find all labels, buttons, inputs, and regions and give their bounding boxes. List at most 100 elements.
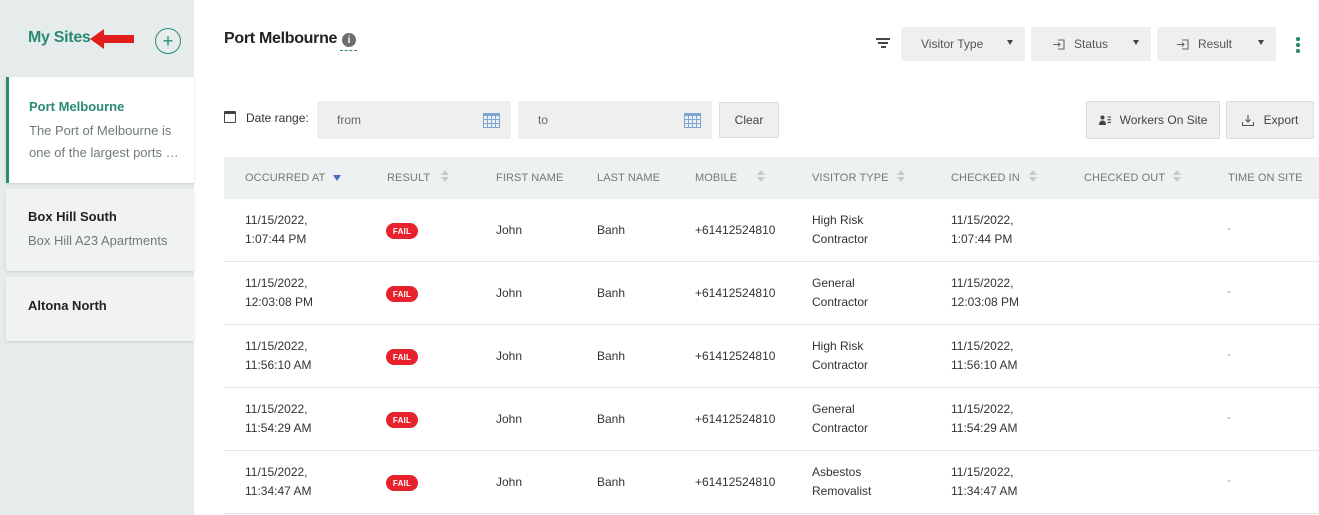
- mobile-cell: +61412524810: [695, 475, 776, 489]
- column-header-occurred-at[interactable]: Occurred At: [245, 172, 325, 184]
- last-name-cell: Banh: [597, 475, 626, 489]
- column-header-first-name[interactable]: First Name: [496, 172, 563, 184]
- site-card-port-melbourne[interactable]: Port Melbourne The Port of Melbourne is …: [6, 77, 194, 183]
- chevron-down-icon: [1007, 40, 1013, 45]
- column-header-checked-out[interactable]: Checked Out: [1084, 172, 1165, 184]
- sort-icon[interactable]: [897, 170, 905, 184]
- checked-in-time: 11:54:29 AM: [951, 421, 1018, 435]
- calendar-picker-icon[interactable]: [483, 113, 500, 128]
- occurred-time: 11:56:10 AM: [245, 358, 312, 372]
- occurred-date: 11/15/2022,: [245, 465, 308, 479]
- last-name-cell: Banh: [597, 349, 626, 363]
- info-icon[interactable]: i: [342, 33, 356, 47]
- date-from-input[interactable]: from: [317, 101, 511, 139]
- calendar-picker-icon[interactable]: [684, 113, 701, 128]
- table-row[interactable]: 11/15/2022, 11:34:47 AM FAIL John Banh +61412…: [224, 451, 1319, 514]
- visitor-type-line: Asbestos: [812, 465, 862, 479]
- status-label: Status: [1074, 37, 1109, 51]
- sign-in-icon: [1053, 38, 1065, 50]
- table-header: Occurred At Result First Name Last Name …: [224, 157, 1319, 199]
- checked-in-date: 11/15/2022,: [951, 465, 1014, 479]
- calendar-icon: [224, 111, 236, 123]
- checked-in-time: 1:07:44 PM: [951, 232, 1013, 246]
- status-dropdown[interactable]: Status: [1031, 27, 1151, 61]
- visitor-type-line: General: [812, 276, 855, 290]
- visitor-type-cell: High Risk Contractor: [812, 211, 868, 249]
- column-header-result[interactable]: Result: [387, 172, 430, 184]
- result-fail-badge: FAIL: [386, 223, 418, 239]
- occurred-date: 11/15/2022,: [245, 213, 308, 227]
- time-on-site-cell: -: [1227, 347, 1231, 361]
- first-name-cell: John: [496, 349, 523, 363]
- sign-in-icon: [1177, 38, 1189, 50]
- checked-in-date: 11/15/2022,: [951, 339, 1014, 353]
- occurred-date: 11/15/2022,: [245, 339, 308, 353]
- result-fail-badge: FAIL: [386, 286, 418, 302]
- export-button[interactable]: Export: [1226, 101, 1314, 139]
- occurred-time: 11:34:47 AM: [245, 484, 312, 498]
- sidebar-title: My Sites: [28, 29, 91, 46]
- column-header-mobile[interactable]: Mobile: [695, 172, 737, 184]
- result-fail-badge: FAIL: [386, 475, 418, 491]
- clear-button[interactable]: Clear: [719, 102, 779, 138]
- result-dropdown[interactable]: Result: [1157, 27, 1276, 61]
- occurred-time: 11:54:29 AM: [245, 421, 312, 435]
- time-on-site-cell: -: [1227, 221, 1231, 235]
- visitor-type-cell: Asbestos Removalist: [812, 463, 871, 501]
- workers-on-site-label: Workers On Site: [1119, 113, 1208, 127]
- site-description-line: one of the largest ports …: [29, 145, 179, 160]
- table-row[interactable]: 11/15/2022, 11:56:10 AM FAIL John Banh +61412…: [224, 325, 1319, 388]
- visitor-type-line: Contractor: [812, 232, 869, 246]
- occurred-date: 11/15/2022,: [245, 402, 308, 416]
- workers-on-site-button[interactable]: Workers On Site: [1086, 101, 1220, 139]
- sort-icon[interactable]: [757, 170, 765, 184]
- visitor-type-line: General: [812, 402, 855, 416]
- site-name: Altona North: [28, 298, 107, 313]
- table-row[interactable]: 11/15/2022, 12:03:08 PM FAIL John Banh +61412…: [224, 262, 1319, 325]
- site-card-box-hill-south[interactable]: Box Hill South Box Hill A23 Apartments: [6, 189, 194, 271]
- mobile-cell: +61412524810: [695, 223, 776, 237]
- result-label: Result: [1198, 37, 1233, 51]
- date-to-input[interactable]: to: [518, 101, 712, 139]
- sort-icon[interactable]: [441, 170, 449, 184]
- site-card-altona-north[interactable]: Altona North: [6, 277, 194, 341]
- add-circle-icon: +: [162, 31, 174, 51]
- sort-descending-icon[interactable]: [333, 175, 341, 181]
- column-header-last-name[interactable]: Last Name: [597, 172, 660, 184]
- checked-in-cell: 11/15/2022, 12:03:08 PM: [951, 274, 1019, 312]
- site-description: The Port of Melbourne is one of the larg…: [29, 120, 194, 164]
- red-arrow-annotation-icon: [90, 29, 134, 49]
- visitor-type-line: High Risk: [812, 339, 864, 353]
- column-header-checked-in[interactable]: Checked In: [951, 172, 1020, 184]
- time-on-site-cell: -: [1227, 473, 1231, 487]
- visitor-type-dropdown[interactable]: Visitor Type: [901, 27, 1025, 61]
- add-site-button[interactable]: +: [155, 28, 181, 54]
- result-fail-badge: FAIL: [386, 349, 418, 365]
- checked-in-time: 11:34:47 AM: [951, 484, 1018, 498]
- filter-icon[interactable]: [876, 38, 890, 50]
- sidebar-header: My Sites +: [0, 0, 194, 78]
- column-header-visitor-type[interactable]: Visitor Type: [812, 172, 889, 184]
- sort-icon[interactable]: [1029, 170, 1037, 184]
- last-name-cell: Banh: [597, 286, 626, 300]
- sort-icon[interactable]: [1173, 170, 1181, 184]
- first-name-cell: John: [496, 412, 523, 426]
- first-name-cell: John: [496, 475, 523, 489]
- chevron-down-icon: [1258, 40, 1264, 45]
- checked-in-date: 11/15/2022,: [951, 213, 1014, 227]
- visitor-type-line: Contractor: [812, 295, 869, 309]
- checked-in-cell: 11/15/2022, 1:07:44 PM: [951, 211, 1014, 249]
- occurred-at-cell: 11/15/2022, 12:03:08 PM: [245, 274, 313, 312]
- column-header-time-on-site[interactable]: Time On Site: [1228, 172, 1303, 184]
- mobile-cell: +61412524810: [695, 412, 776, 426]
- occurred-at-cell: 11/15/2022, 11:54:29 AM: [245, 400, 312, 438]
- visitor-type-cell: High Risk Contractor: [812, 337, 868, 375]
- table-row[interactable]: 11/15/2022, 11:54:29 AM FAIL John Banh +61412…: [224, 388, 1319, 451]
- occurred-at-cell: 11/15/2022, 11:56:10 AM: [245, 337, 312, 375]
- visitor-type-label: Visitor Type: [921, 37, 984, 51]
- export-label: Export: [1263, 113, 1299, 127]
- kebab-menu-icon[interactable]: [1296, 37, 1300, 53]
- mobile-cell: +61412524810: [695, 286, 776, 300]
- table-row[interactable]: 11/15/2022, 1:07:44 PM FAIL John Banh +614125…: [224, 199, 1319, 262]
- date-range-label: Date range:: [246, 111, 309, 125]
